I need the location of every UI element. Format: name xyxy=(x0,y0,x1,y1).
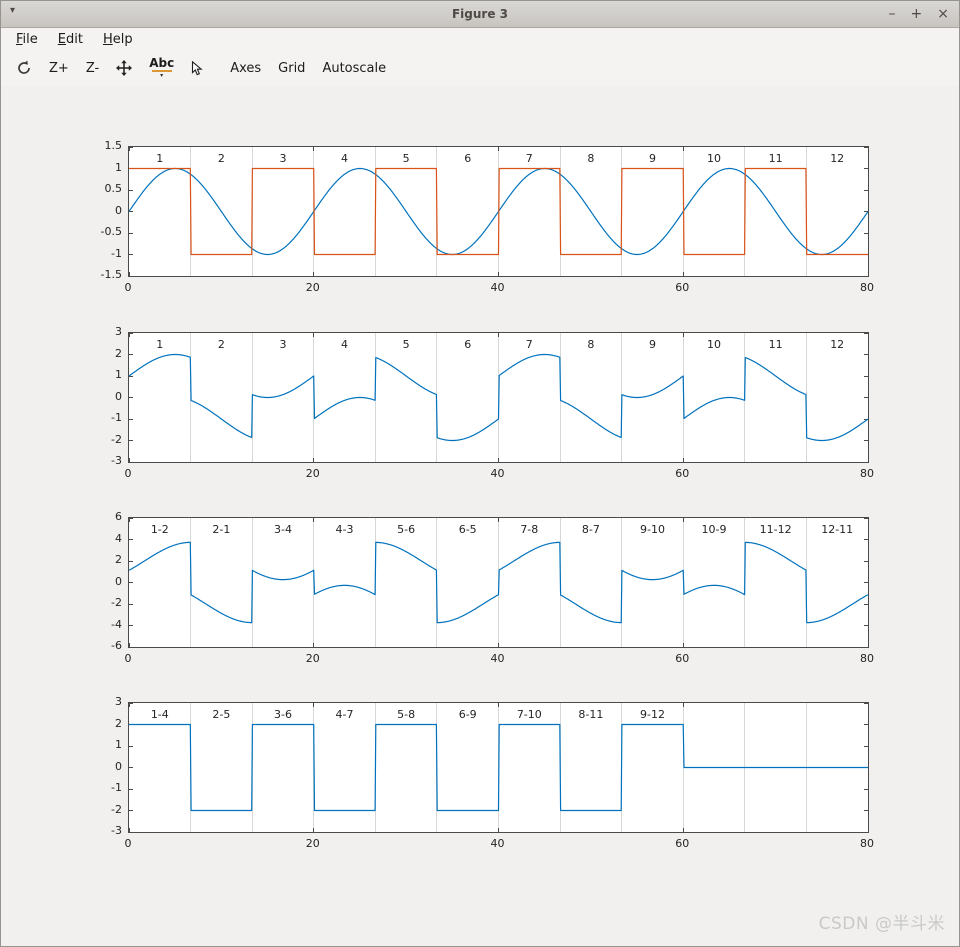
subplot-4: 1-42-53-64-75-86-97-108-119-12020406080-… xyxy=(1,86,959,946)
y-tick-label: -3 xyxy=(78,824,122,837)
segment-label: 8-11 xyxy=(561,708,621,721)
figure-window: ▾ Figure 3 – + × File Edit Help Z+ Z- xyxy=(0,0,960,947)
y-tick-label: -2 xyxy=(78,803,122,816)
y-tick-label: -1 xyxy=(78,781,122,794)
pan-tool-button[interactable] xyxy=(109,56,139,80)
text-tool-button[interactable]: Abc ▾ xyxy=(142,53,181,83)
menu-file[interactable]: File xyxy=(13,30,41,49)
x-tick-label: 40 xyxy=(478,837,518,850)
x-tick-label: 20 xyxy=(293,837,333,850)
text-tool-stack: Abc ▾ xyxy=(149,57,174,79)
menubar: File Edit Help xyxy=(1,28,959,50)
y-tick-label: 0 xyxy=(78,760,122,773)
grid-button[interactable]: Grid xyxy=(271,57,312,80)
plots-layer: 123456789101112020406080-1.5-1-0.500.511… xyxy=(1,86,959,946)
window-controls: – + × xyxy=(889,1,949,27)
window-title: Figure 3 xyxy=(452,7,508,21)
maximize-button[interactable]: + xyxy=(911,1,923,27)
segment-label: 9-12 xyxy=(623,708,683,721)
segment-label: 6-9 xyxy=(438,708,498,721)
titlebar: ▾ Figure 3 – + × xyxy=(1,1,959,28)
pan-icon xyxy=(116,60,132,76)
window-menu-icon[interactable]: ▾ xyxy=(10,5,15,16)
watermark: CSDN @半斗米 xyxy=(819,909,945,934)
x-tick-label: 0 xyxy=(108,837,148,850)
figure-canvas: 123456789101112020406080-1.5-1-0.500.511… xyxy=(1,86,959,946)
segment-label: 3-6 xyxy=(253,708,313,721)
plot-curves xyxy=(129,703,868,832)
close-button[interactable]: × xyxy=(937,1,949,27)
rotate-icon xyxy=(16,60,32,76)
segment-label: 2-5 xyxy=(191,708,251,721)
y-tick-label: 2 xyxy=(78,717,122,730)
menu-edit[interactable]: Edit xyxy=(55,30,86,49)
segment-label: 1-4 xyxy=(130,708,190,721)
minimize-button[interactable]: – xyxy=(889,1,896,27)
x-tick-label: 80 xyxy=(847,837,887,850)
delay_diff-curve xyxy=(129,725,868,811)
axes-button[interactable]: Axes xyxy=(223,57,268,80)
y-tick-label: 1 xyxy=(78,738,122,751)
y-tick-label: 3 xyxy=(78,695,122,708)
segment-label: 4-7 xyxy=(315,708,375,721)
zoom-out-button[interactable]: Z- xyxy=(79,57,106,80)
text-tool-label: Abc xyxy=(149,57,174,69)
x-tick-label: 60 xyxy=(662,837,702,850)
autoscale-button[interactable]: Autoscale xyxy=(315,57,393,80)
rotate-tool-button[interactable] xyxy=(9,56,39,80)
chevron-down-icon: ▾ xyxy=(160,73,163,79)
axes-box[interactable]: 1-42-53-64-75-86-97-108-119-12 xyxy=(128,702,869,833)
select-tool-button[interactable] xyxy=(184,57,210,80)
menu-help[interactable]: Help xyxy=(100,30,136,49)
segment-label: 7-10 xyxy=(499,708,559,721)
cursor-icon xyxy=(191,61,203,76)
zoom-in-button[interactable]: Z+ xyxy=(42,57,76,80)
segment-label: 5-8 xyxy=(376,708,436,721)
toolbar: Z+ Z- Abc ▾ Axes Grid Autoscale xyxy=(1,50,959,87)
